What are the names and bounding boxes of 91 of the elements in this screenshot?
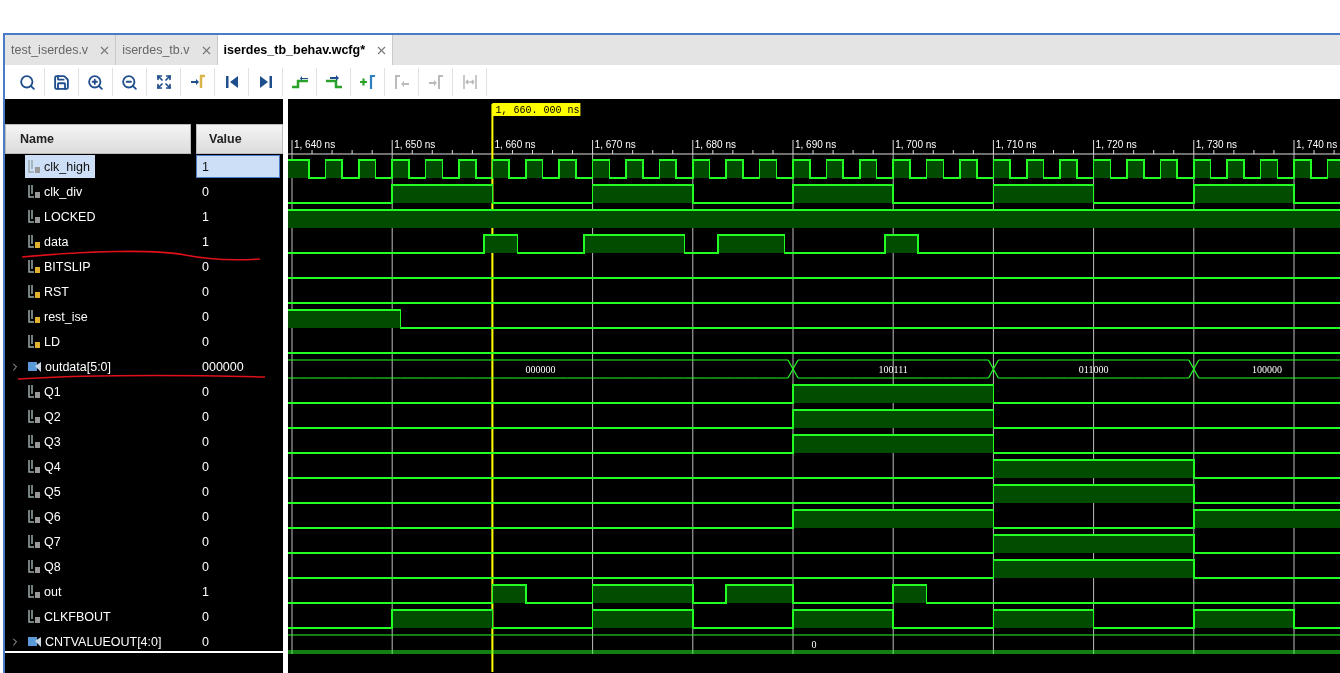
bus-value: 000000 [525,364,556,375]
signal-icon [27,309,41,324]
signal-icon [27,334,41,349]
time-label: 1, 730 ns [1195,139,1237,150]
signal-icon [27,434,41,449]
plus-bracket-icon [358,73,377,91]
signal-value: 0 [201,408,210,426]
signal-value: 0 [201,608,210,626]
signal-value: 0 [201,633,210,651]
signal-name[interactable]: clk_high [25,155,95,178]
bus-value: 100111 [878,364,908,375]
expand-icon [155,74,172,90]
signal-name[interactable]: Q2 [25,405,66,428]
signal-name[interactable]: clk_div [25,180,88,203]
search-icon [19,73,36,91]
signal-name[interactable]: BITSLIP [25,255,96,278]
signal-icon [27,409,41,424]
signal-name[interactable]: CNTVALUEOUT[4:0] [25,630,167,653]
name-column-header[interactable]: Name [5,124,191,154]
signal-icon [27,484,41,499]
signal-name[interactable]: Q6 [25,505,66,528]
signal-icon [27,234,41,249]
signal-name[interactable]: outdata[5:0] [25,355,117,378]
signal-value: 0 [201,183,210,201]
save-icon [53,73,70,91]
signal-name[interactable]: rest_ise [25,305,93,328]
time-label: 1, 700 ns [895,139,937,150]
time-label: 1, 670 ns [594,139,636,150]
signal-icon [27,159,41,174]
signal-name[interactable]: RST [25,280,74,303]
signal-icon [27,459,41,474]
signal-icon [27,609,41,624]
signal-icon [27,584,41,599]
signal-name[interactable]: out [25,580,67,603]
signal-icon [27,184,41,199]
signal-icon [27,384,41,399]
signal-value: 0 [201,508,210,526]
signal-name[interactable]: Q7 [25,530,66,553]
signal-icon [27,559,41,574]
signal-name[interactable]: LD [25,330,65,353]
bus-value: 0 [811,639,817,650]
signal-value: 0 [201,333,210,351]
bracket-arrow-icon [392,73,411,91]
signal-value: 1 [201,233,210,251]
signal-icon [27,509,41,524]
signal-icon [27,284,41,299]
time-label: 1, 720 ns [1095,139,1137,150]
time-label: 1, 650 ns [394,139,436,150]
time-label: 1, 690 ns [795,139,837,150]
signal-value: 000000 [201,358,245,376]
signal-name[interactable]: Q4 [25,455,66,478]
signal-value: 0 [201,308,210,326]
signal-value: 1 [201,583,210,601]
signal-value: 0 [201,533,210,551]
time-cursor[interactable] [491,103,494,672]
signal-name[interactable]: data [25,230,74,253]
signal-value: 0 [201,558,210,576]
time-label: 1, 740 ns [1296,139,1338,150]
signal-icon [27,259,41,274]
arrow-bracket-icon [188,73,207,91]
signal-value: 0 [201,483,210,501]
signal-name[interactable]: LOCKED [25,205,101,228]
time-label: 1, 640 ns [294,139,336,150]
signal-name[interactable]: Q1 [25,380,66,403]
signal-name[interactable]: CLKFBOUT [25,605,116,628]
signal-icon [27,534,41,549]
time-label: 1, 710 ns [995,139,1037,150]
signal-value: 0 [201,258,210,276]
signal-name[interactable]: Q5 [25,480,66,503]
file-tab[interactable]: iserdes_tb_behav.wcfg* [217,35,394,65]
signal-value: 0 [201,433,210,451]
signal-value: 1 [201,208,210,226]
signal-value: 0 [201,283,210,301]
time-label: 1, 680 ns [694,139,736,150]
zoom-out-icon [121,73,138,91]
value-column-header[interactable]: Value [196,124,283,154]
zoom-in-icon [87,73,104,91]
arrow-bracket-icon [426,73,445,91]
signal-value: 0 [201,383,210,401]
signal-name[interactable]: Q8 [25,555,66,578]
bus-signal-icon [27,634,42,649]
bus-signal-icon [27,359,42,374]
signal-value: 0 [201,458,210,476]
bus-value: 100000 [1251,364,1282,375]
time-label: 1, 660 ns [494,139,536,150]
step-arrow-icon [324,73,343,91]
signal-value: 1 [196,155,280,178]
signal-icon [27,209,41,224]
bracket-span-icon [460,73,479,91]
signal-name[interactable]: Q3 [25,430,66,453]
cursor-time-label: 1, 660. 000 ns [492,103,581,116]
